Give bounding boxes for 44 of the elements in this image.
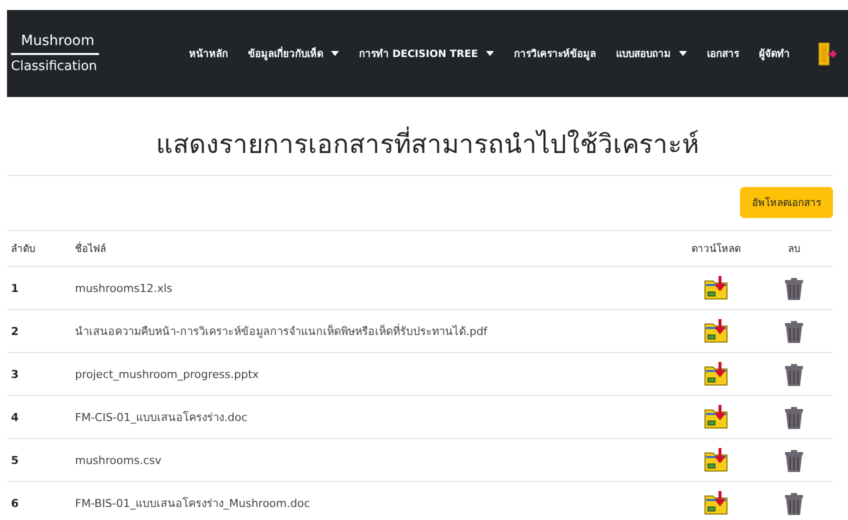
- row-number: 3: [11, 368, 19, 380]
- trash-icon[interactable]: [783, 404, 805, 430]
- brand-line: Classification: [11, 58, 98, 74]
- download-folder-icon[interactable]: [703, 318, 729, 344]
- download-folder-icon[interactable]: [703, 404, 729, 430]
- download-folder-icon[interactable]: [703, 275, 729, 301]
- nav-dropdown[interactable]: การทำ DECISION TREE: [358, 46, 494, 61]
- file-name: project_mushroom_progress.pptx: [75, 368, 259, 380]
- nav-dropdown[interactable]: ข้อมูลเกี่ยวกับเห็ด: [248, 46, 339, 61]
- file-name: mushrooms.csv: [75, 454, 162, 466]
- file-name: FM-CIS-01_แบบเสนอโครงร่าง.doc: [75, 411, 248, 424]
- trash-icon[interactable]: [783, 447, 805, 473]
- download-folder-icon[interactable]: [703, 361, 729, 387]
- caret-icon: [486, 51, 494, 56]
- row-number: 2: [11, 324, 19, 338]
- brand-line: Mushroom: [11, 33, 99, 55]
- column-header: ดาวน์โหลด: [692, 244, 740, 255]
- caret-icon: [330, 51, 339, 56]
- caret-icon: [679, 51, 687, 56]
- trash-icon[interactable]: [783, 490, 805, 516]
- upload-button[interactable]: อัพโหลดเอกสาร: [740, 187, 833, 218]
- page-heading: แสดงรายการเอกสารที่สามารถนำไปใช้วิเคราะห์: [7, 125, 848, 175]
- nav-dropdown[interactable]: แบบสอบถาม: [616, 46, 687, 61]
- nav-link[interactable]: หน้าหลัก: [188, 46, 228, 61]
- nav-link[interactable]: การวิเคราะห์ข้อมูล: [514, 46, 596, 61]
- row-number: 4: [11, 410, 19, 424]
- file-name: mushrooms12.xls: [75, 282, 172, 294]
- column-header: ลำดับ: [11, 244, 35, 255]
- file-name: นำเสนอความคืบหน้า-การวิเคราะห์ข้อมูลการจำแนกเห็ดพิษหรือเห็ดที่รับประทานได้.pdf: [75, 325, 488, 338]
- trash-icon[interactable]: [783, 275, 805, 301]
- nav-link[interactable]: เอกสาร: [707, 46, 739, 61]
- file-name: FM-BIS-01_แบบเสนอโครงร่าง_Mushroom.doc: [75, 497, 310, 510]
- row-number: 6: [11, 496, 19, 510]
- nav-link[interactable]: ผู้จัดทำ: [759, 46, 790, 61]
- column-header: ลบ: [788, 244, 800, 255]
- row-number: 5: [11, 454, 19, 466]
- trash-icon[interactable]: [783, 361, 805, 387]
- download-folder-icon[interactable]: [703, 490, 729, 516]
- column-header: ชื่อไฟล์: [75, 244, 106, 255]
- door-exit-icon[interactable]: [818, 40, 838, 66]
- row-number: 1: [11, 282, 19, 294]
- trash-icon[interactable]: [783, 318, 805, 344]
- download-folder-icon[interactable]: [703, 447, 729, 473]
- brand-logo[interactable]: Mushroom Classification: [11, 33, 99, 74]
